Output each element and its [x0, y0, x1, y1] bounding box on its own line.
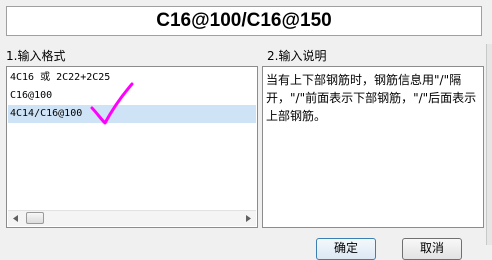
- input-format-list[interactable]: 4C16 或 2C22+2C25 C16@100 4C14/C16@100: [6, 66, 258, 228]
- list-item[interactable]: 4C16 或 2C22+2C25: [8, 69, 256, 87]
- scroll-right-icon[interactable]: [240, 211, 256, 226]
- list-item[interactable]: C16@100: [8, 87, 256, 105]
- input-description-panel: 当有上下部钢筋时，钢筋信息用"/"隔开，"/"前面表示下部钢筋，"/"后面表示上…: [262, 66, 484, 228]
- ok-button[interactable]: 确定: [316, 238, 376, 260]
- list-item-selected[interactable]: 4C14/C16@100: [8, 105, 256, 123]
- scroll-left-icon[interactable]: [8, 211, 24, 226]
- scroll-thumb[interactable]: [26, 212, 44, 224]
- input-description-label: 2.输入说明: [267, 49, 327, 63]
- input-format-label: 1.输入格式: [6, 49, 66, 63]
- horizontal-scrollbar[interactable]: [8, 210, 256, 226]
- side-scrollbar[interactable]: [486, 44, 492, 245]
- rebar-value-field[interactable]: C16@100/C16@150: [6, 6, 482, 36]
- description-text: 当有上下部钢筋时，钢筋信息用"/"隔开，"/"前面表示下部钢筋，"/"后面表示上…: [266, 73, 477, 123]
- cancel-button[interactable]: 取消: [402, 238, 462, 260]
